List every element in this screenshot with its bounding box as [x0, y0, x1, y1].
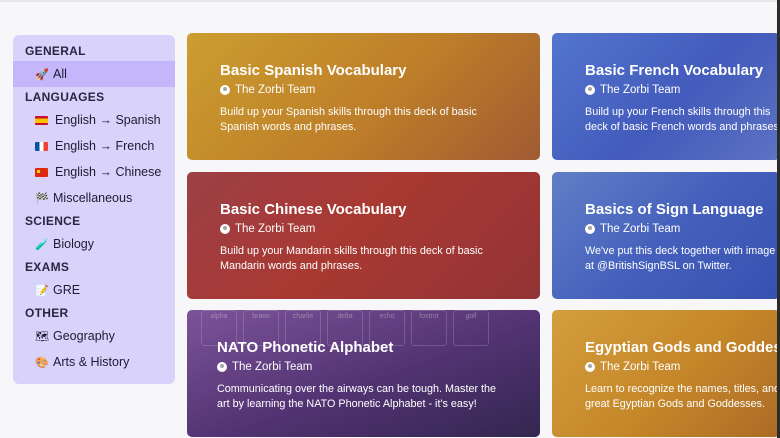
- sidebar-item-all[interactable]: 🚀 All: [13, 61, 175, 87]
- sidebar-item-label: English → French: [55, 139, 155, 153]
- card-title: Egyptian Gods and Goddess: [585, 339, 780, 356]
- user-icon: [220, 85, 230, 95]
- sidebar-item-english-french[interactable]: English → French: [13, 133, 175, 159]
- memo-icon: 📝: [35, 284, 49, 297]
- spain-flag-icon: [35, 115, 48, 125]
- sidebar-item-english-spanish[interactable]: English → Spanish: [13, 107, 175, 133]
- card-title: Basic Chinese Vocabulary: [220, 201, 407, 218]
- card-author: The Zorbi Team: [585, 223, 770, 235]
- sidebar-item-gre[interactable]: 📝 GRE: [13, 277, 175, 303]
- card-content: Basic Spanish Vocabulary The Zorbi Team …: [220, 62, 530, 135]
- deck-card-spanish[interactable]: Basic Spanish Vocabulary The Zorbi Team …: [187, 33, 540, 160]
- user-icon: [217, 362, 227, 372]
- sidebar-item-biology[interactable]: 🧪 Biology: [13, 231, 175, 257]
- sidebar-item-arts-history[interactable]: 🎨 Arts & History: [13, 349, 175, 375]
- sidebar-item-miscellaneous[interactable]: 🏁 Miscellaneous: [13, 185, 175, 211]
- sidebar-item-label: Miscellaneous: [53, 191, 133, 205]
- card-author-name: The Zorbi Team: [600, 223, 681, 235]
- sidebar-item-label: All: [53, 67, 67, 81]
- sidebar-item-geography[interactable]: 🗺 Geography: [13, 323, 175, 349]
- sidebar-item-label: English → Spanish: [55, 113, 161, 127]
- card-author: The Zorbi Team: [220, 223, 530, 235]
- card-content: Basic French Vocabulary The Zorbi Team B…: [585, 62, 780, 135]
- card-description: We've put this deck together with image …: [585, 245, 776, 272]
- deck-card-chinese[interactable]: Basic Chinese Vocabulary The Zorbi Team …: [187, 172, 540, 299]
- test-tube-icon: 🧪: [35, 238, 49, 251]
- card-author-name: The Zorbi Team: [600, 84, 681, 96]
- card-title: Basics of Sign Language: [585, 201, 764, 218]
- card-description: Build up your Spanish skills through thi…: [220, 106, 477, 133]
- sidebar-item-english-chinese[interactable]: English → Chinese: [13, 159, 175, 185]
- card-author: The Zorbi Team: [217, 361, 530, 373]
- sidebar-item-label: GRE: [53, 283, 81, 297]
- deck-card-egyptian[interactable]: Egyptian Gods and Goddess The Zorbi Team…: [552, 310, 780, 437]
- card-description: Build up your French skills through this…: [585, 106, 780, 133]
- deck-card-sign-language[interactable]: Basics of Sign Language The Zorbi Team W…: [552, 172, 780, 299]
- top-border: [0, 0, 780, 2]
- section-title-science: SCIENCE: [25, 214, 81, 228]
- sidebar-item-label: English → Chinese: [55, 165, 162, 179]
- card-content: NATO Phonetic Alphabet The Zorbi Team Co…: [217, 339, 530, 412]
- china-flag-icon: [35, 167, 48, 177]
- user-icon: [585, 85, 595, 95]
- rocket-icon: 🚀: [35, 68, 49, 81]
- card-description: Communicating over the airways can be to…: [217, 383, 497, 410]
- section-title-languages: LANGUAGES: [25, 90, 105, 104]
- card-title: Basic French Vocabulary: [585, 62, 764, 79]
- deck-card-nato[interactable]: alpha bravo charlie delta echo foxtrot g…: [187, 310, 540, 437]
- deck-card-french[interactable]: Basic French Vocabulary The Zorbi Team B…: [552, 33, 780, 160]
- card-author: The Zorbi Team: [585, 361, 770, 373]
- card-author: The Zorbi Team: [220, 84, 530, 96]
- card-author: The Zorbi Team: [585, 84, 770, 96]
- map-icon: 🗺: [35, 330, 49, 343]
- card-content: Basics of Sign Language The Zorbi Team W…: [585, 201, 775, 274]
- card-title: Basic Spanish Vocabulary: [220, 62, 407, 79]
- user-icon: [585, 362, 595, 372]
- category-sidebar: GENERAL 🚀 All LANGUAGES English → Spanis…: [13, 35, 175, 384]
- section-title-other: OTHER: [25, 306, 69, 320]
- card-author-name: The Zorbi Team: [600, 361, 681, 373]
- checkered-flag-icon: 🏁: [35, 192, 49, 205]
- sidebar-item-label: Geography: [53, 329, 115, 343]
- card-author-name: The Zorbi Team: [235, 84, 316, 96]
- section-title-exams: EXAMS: [25, 260, 70, 274]
- user-icon: [585, 224, 595, 234]
- sidebar-item-label: Biology: [53, 237, 94, 251]
- card-content: Basic Chinese Vocabulary The Zorbi Team …: [220, 201, 530, 274]
- sidebar-item-label: Arts & History: [53, 355, 130, 369]
- france-flag-icon: [35, 141, 48, 151]
- card-title: NATO Phonetic Alphabet: [217, 339, 394, 356]
- card-author-name: The Zorbi Team: [235, 223, 316, 235]
- card-author-name: The Zorbi Team: [232, 361, 313, 373]
- card-description: Build up your Mandarin skills through th…: [220, 245, 483, 272]
- palette-icon: 🎨: [35, 356, 49, 369]
- user-icon: [220, 224, 230, 234]
- card-description: Learn to recognize the names, titles, an…: [585, 383, 780, 410]
- section-title-general: GENERAL: [25, 44, 86, 58]
- card-content: Egyptian Gods and Goddess The Zorbi Team…: [585, 339, 780, 412]
